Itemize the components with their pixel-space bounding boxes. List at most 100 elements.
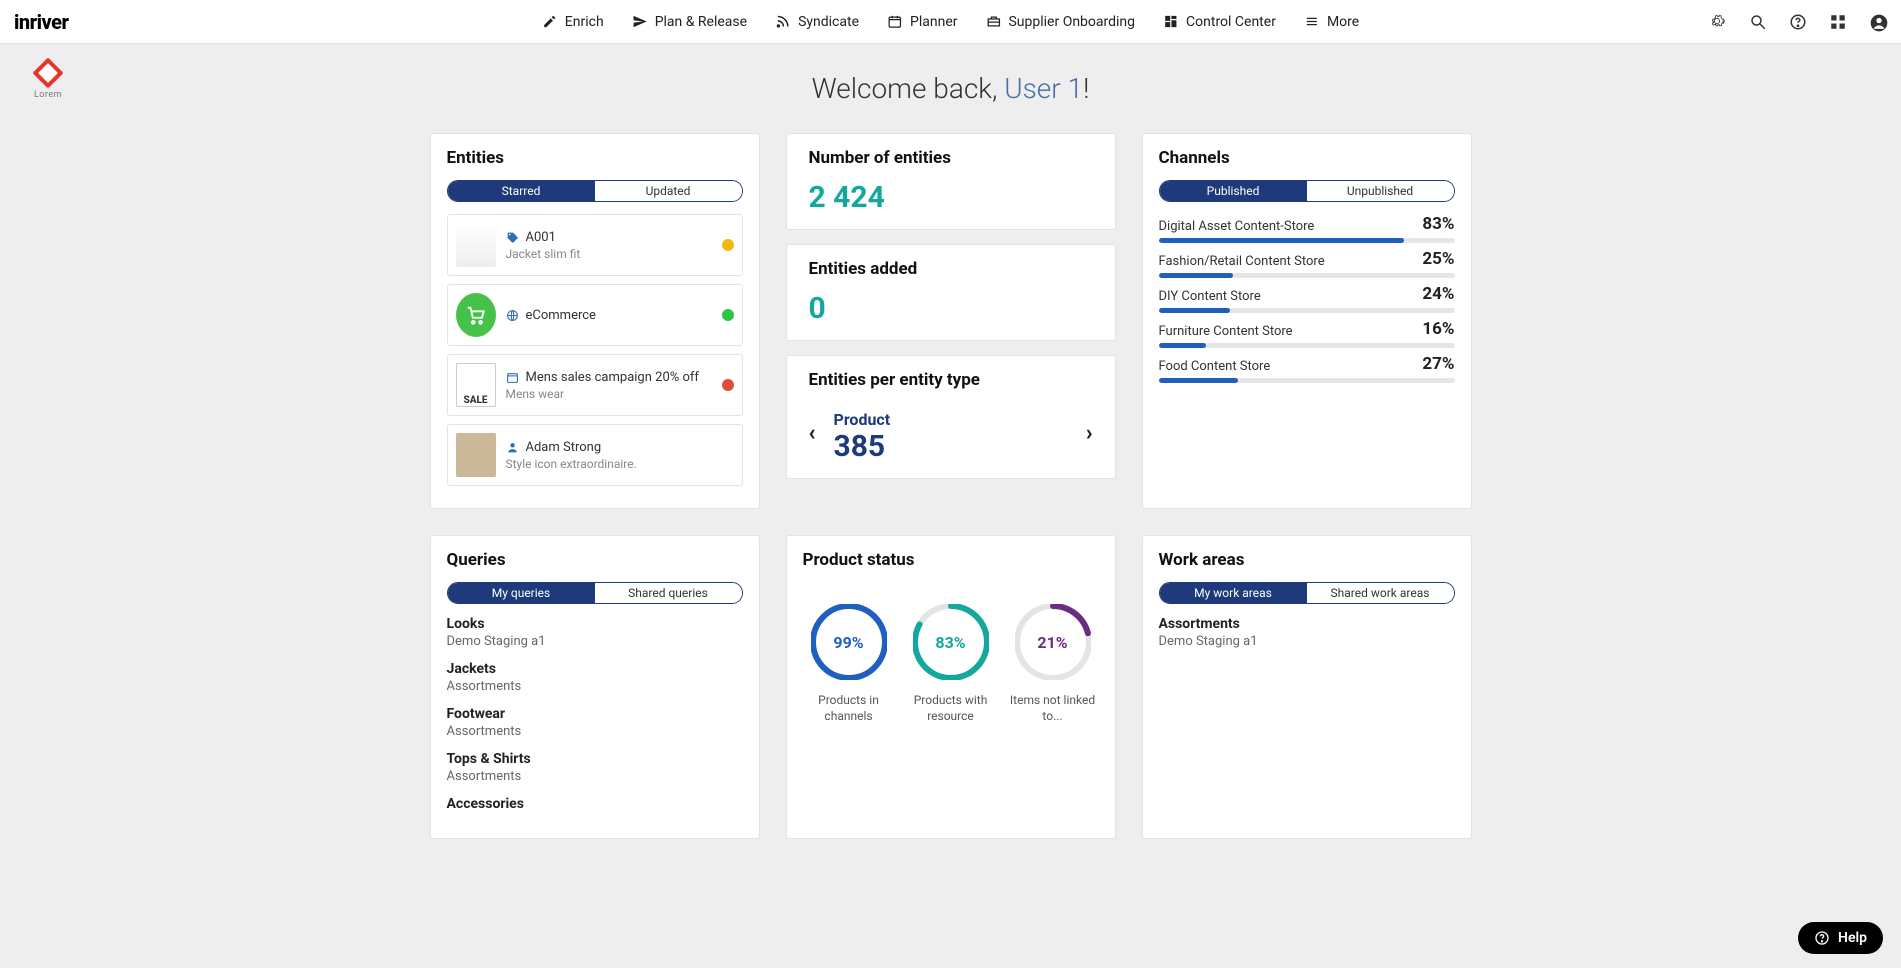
help-widget[interactable]: Help xyxy=(1798,922,1883,954)
donut[interactable]: 83%Products with resource xyxy=(905,604,997,724)
product-status-card: Product status 99%Products in channels83… xyxy=(786,535,1116,839)
queries-tabs: My queries Shared queries xyxy=(447,582,743,604)
channel-name: Food Content Store xyxy=(1159,359,1271,374)
query-item[interactable]: LooksDemo Staging a1 xyxy=(447,616,743,649)
nav-supplier-onboarding[interactable]: Supplier Onboarding xyxy=(985,14,1135,30)
donut[interactable]: 21%Items not linked to... xyxy=(1007,604,1099,724)
entity-row[interactable]: SALEMens sales campaign 20% offMens wear xyxy=(447,354,743,416)
entity-subtitle: Mens wear xyxy=(506,387,712,401)
channel-row[interactable]: Fashion/Retail Content Store25% xyxy=(1159,249,1455,278)
entity-info: Adam StrongStyle icon extraordinaire. xyxy=(506,440,712,471)
query-title: Looks xyxy=(447,616,743,632)
help-label: Help xyxy=(1838,930,1867,946)
entity-row[interactable]: Adam StrongStyle icon extraordinaire. xyxy=(447,424,743,486)
channel-percent: 27% xyxy=(1422,354,1454,374)
dashboard-grid: Entities Starred Updated A001Jacket slim… xyxy=(0,133,1901,839)
product-status-title: Product status xyxy=(803,550,1099,570)
edit-note-icon xyxy=(542,14,558,30)
entity-row[interactable]: eCommerce xyxy=(447,284,743,346)
entities-per-type-card: Entities per entity type ‹ Product 385 › xyxy=(786,355,1116,479)
query-sub: Assortments xyxy=(447,769,743,784)
nav-more[interactable]: More xyxy=(1304,14,1359,30)
search-icon[interactable] xyxy=(1749,13,1767,31)
entity-info: A001Jacket slim fit xyxy=(506,230,712,261)
query-title: Tops & Shirts xyxy=(447,751,743,767)
user-avatar-icon[interactable] xyxy=(1869,13,1887,31)
calendar-icon xyxy=(887,14,903,30)
channel-row[interactable]: Food Content Store 27% xyxy=(1159,354,1455,383)
tenant-logo-icon xyxy=(32,57,63,88)
channel-row[interactable]: Digital Asset Content-Store 83% xyxy=(1159,214,1455,243)
query-item[interactable]: Tops & Shirts Assortments xyxy=(447,751,743,784)
welcome-suffix: ! xyxy=(1083,72,1089,105)
entity-row[interactable]: A001Jacket slim fit xyxy=(447,214,743,276)
apps-grid-icon[interactable] xyxy=(1829,13,1847,31)
channel-name: Digital Asset Content-Store xyxy=(1159,219,1315,234)
donut-percent: 99% xyxy=(811,604,887,680)
help-circle-icon[interactable] xyxy=(1789,13,1807,31)
nav-label: Plan & Release xyxy=(655,14,747,30)
tab-published[interactable]: Published xyxy=(1160,181,1307,201)
rss-icon xyxy=(775,14,791,30)
nav-label: Supplier Onboarding xyxy=(1008,14,1135,30)
queries-title: Queries xyxy=(447,550,743,570)
nav-label: Enrich xyxy=(565,14,604,30)
brand-logo[interactable]: inriver xyxy=(14,10,68,34)
prev-entity-type-button[interactable]: ‹ xyxy=(809,421,816,446)
channel-percent: 83% xyxy=(1422,214,1454,234)
donut-percent: 21% xyxy=(1015,604,1091,680)
workarea-item[interactable]: Assortments Demo Staging a1 xyxy=(1159,616,1455,649)
nav-control-center[interactable]: Control Center xyxy=(1163,14,1276,30)
nav-plan-release[interactable]: Plan & Release xyxy=(632,14,747,30)
donut[interactable]: 99%Products in channels xyxy=(803,604,895,724)
workarea-title: Assortments xyxy=(1159,616,1455,632)
entity-type-value: 385 xyxy=(834,429,1068,464)
nav-syndicate[interactable]: Syndicate xyxy=(775,14,859,30)
tab-my-workareas[interactable]: My work areas xyxy=(1160,583,1307,603)
channel-row[interactable]: DIY Content Store24% xyxy=(1159,284,1455,313)
tab-shared-queries[interactable]: Shared queries xyxy=(595,583,742,603)
entity-subtitle: Style icon extraordinaire. xyxy=(506,457,712,471)
channels-card: Channels Published Unpublished Digital A… xyxy=(1142,133,1472,509)
query-item[interactable]: FootwearAssortments xyxy=(447,706,743,739)
tab-my-queries[interactable]: My queries xyxy=(448,583,595,603)
nav-label: Planner xyxy=(910,14,957,30)
header-actions xyxy=(1709,13,1887,31)
entities-added-title: Entities added xyxy=(809,259,1093,279)
channel-bar xyxy=(1159,238,1455,243)
entities-added-card: Entities added 0 xyxy=(786,244,1116,341)
tab-updated[interactable]: Updated xyxy=(595,181,742,201)
workareas-title: Work areas xyxy=(1159,550,1455,570)
query-item[interactable]: Accessories xyxy=(447,796,743,812)
entity-thumb xyxy=(456,433,496,477)
queries-card: Queries My queries Shared queries LooksD… xyxy=(430,535,760,839)
nav-planner[interactable]: Planner xyxy=(887,14,957,30)
center-column: Number of entities 2 424 Entities added … xyxy=(786,133,1116,509)
entity-subtitle: Jacket slim fit xyxy=(506,247,712,261)
tab-shared-workareas[interactable]: Shared work areas xyxy=(1307,583,1454,603)
next-entity-type-button[interactable]: › xyxy=(1086,421,1093,446)
tag-icon xyxy=(506,230,520,244)
nav-enrich[interactable]: Enrich xyxy=(542,14,604,30)
num-entities-card: Number of entities 2 424 xyxy=(786,133,1116,230)
tab-starred[interactable]: Starred xyxy=(448,181,595,201)
menu-icon xyxy=(1304,14,1320,30)
paper-plane-icon xyxy=(632,14,648,30)
channel-name: DIY Content Store xyxy=(1159,289,1261,304)
channels-tabs: Published Unpublished xyxy=(1159,180,1455,202)
calendar-small-icon xyxy=(506,370,520,384)
workarea-sub: Demo Staging a1 xyxy=(1159,634,1455,649)
cart-icon xyxy=(456,293,496,337)
entities-added-value: 0 xyxy=(809,291,1093,326)
channel-row[interactable]: Furniture Content Store16% xyxy=(1159,319,1455,348)
welcome-heading: Welcome back, User 1! xyxy=(0,72,1901,105)
channel-percent: 25% xyxy=(1422,249,1454,269)
query-item[interactable]: JacketsAssortments xyxy=(447,661,743,694)
query-title: Footwear xyxy=(447,706,743,722)
tab-unpublished[interactable]: Unpublished xyxy=(1307,181,1454,201)
donut-caption: Products with resource xyxy=(905,692,997,724)
entity-type-label: Product xyxy=(834,410,1068,429)
channel-bar xyxy=(1159,343,1455,348)
settings-gear-icon[interactable] xyxy=(1709,13,1727,31)
query-title: Jackets xyxy=(447,661,743,677)
